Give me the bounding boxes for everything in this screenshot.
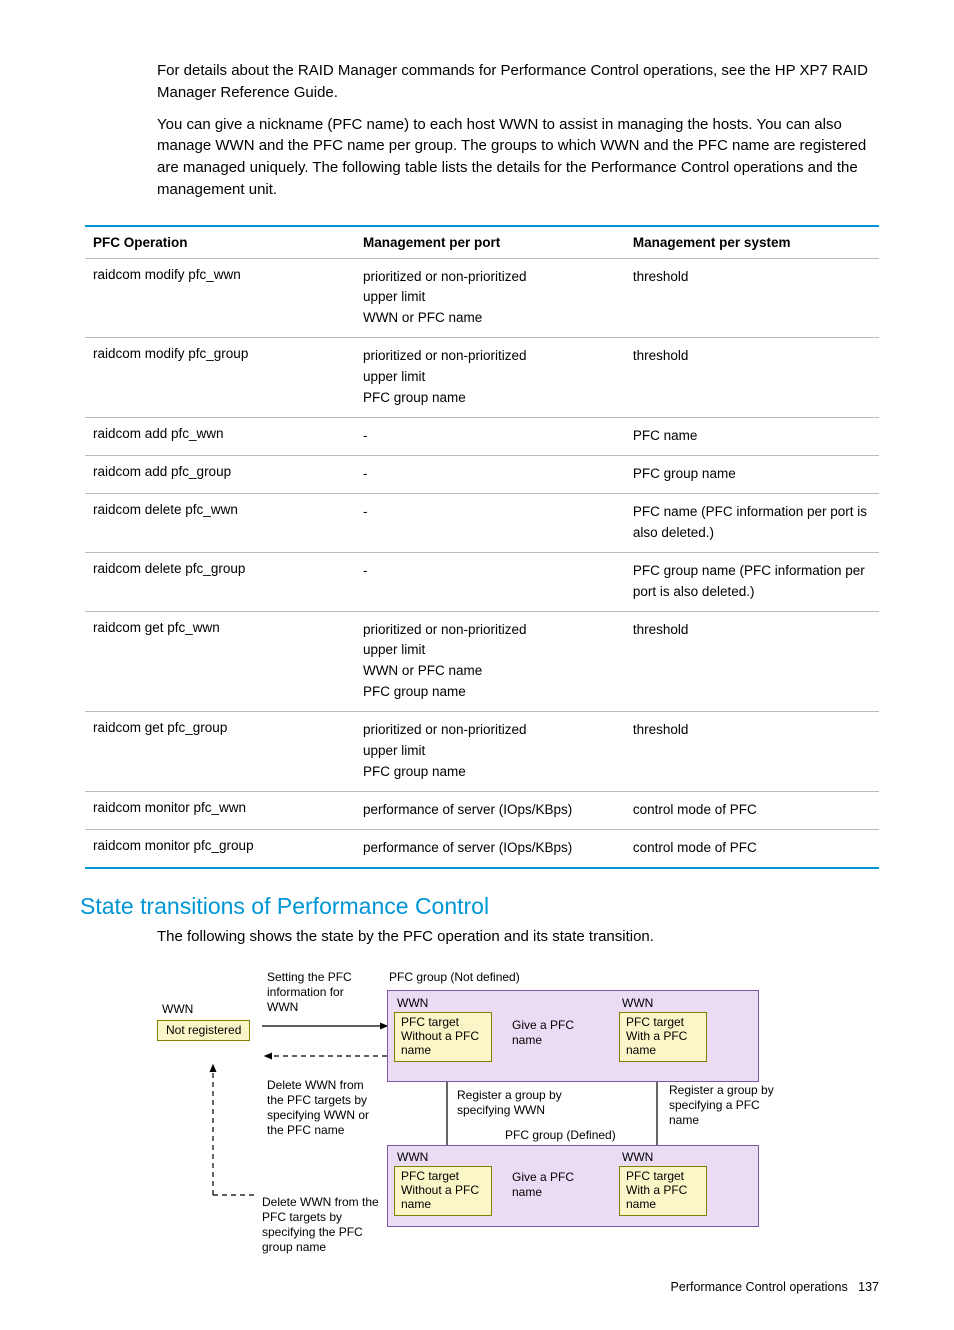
- table-cell-system: PFC group name (PFC information per port…: [625, 552, 879, 611]
- table-cell-port: performance of server (IOps/KBps): [355, 829, 625, 867]
- table-header: PFC Operation: [85, 226, 355, 259]
- table-cell-system: PFC group name: [625, 455, 879, 493]
- diagram-label: WWN: [397, 996, 428, 1011]
- page-footer: Performance Control operations 137: [671, 1280, 879, 1294]
- state-transition-diagram: Setting the PFC information for WWN PFC …: [157, 970, 787, 1290]
- table-cell-port: prioritized or non-prioritizedupper limi…: [355, 338, 625, 418]
- table-row: raidcom modify pfc_groupprioritized or n…: [85, 338, 879, 418]
- table-row: raidcom delete pfc_wwn-PFC name (PFC inf…: [85, 493, 879, 552]
- footer-label: Performance Control operations: [671, 1280, 848, 1294]
- diagram-label: PFC target: [401, 1015, 459, 1029]
- diagram-label: Give a PFC name: [512, 1170, 592, 1200]
- diagram-state-box: PFC target Without a PFC name: [394, 1166, 492, 1216]
- section-heading: State transitions of Performance Control: [80, 893, 879, 920]
- diagram-label: Delete WWN from the PFC targets by speci…: [262, 1195, 392, 1255]
- table-cell-port: prioritized or non-prioritizedupper limi…: [355, 258, 625, 338]
- table-cell-operation: raidcom add pfc_group: [85, 455, 355, 493]
- diagram-label: Register a group by specifying WWN: [457, 1088, 577, 1118]
- paragraph: For details about the RAID Manager comma…: [157, 60, 879, 104]
- table-cell-operation: raidcom get pfc_wwn: [85, 611, 355, 712]
- table-header-row: PFC Operation Management per port Manage…: [85, 226, 879, 259]
- table-cell-port: performance of server (IOps/KBps): [355, 792, 625, 830]
- paragraph: The following shows the state by the PFC…: [157, 926, 879, 948]
- diagram-label: With a PFC name: [626, 1029, 687, 1057]
- table-cell-operation: raidcom delete pfc_wwn: [85, 493, 355, 552]
- table-row: raidcom monitor pfc_groupperformance of …: [85, 829, 879, 867]
- table-cell-port: prioritized or non-prioritizedupper limi…: [355, 712, 625, 792]
- table-row: raidcom get pfc_wwnprioritized or non-pr…: [85, 611, 879, 712]
- paragraph: You can give a nickname (PFC name) to ea…: [157, 114, 879, 201]
- table-cell-system: threshold: [625, 338, 879, 418]
- table-cell-port: prioritized or non-prioritizedupper limi…: [355, 611, 625, 712]
- diagram-label: PFC group (Not defined): [389, 970, 520, 985]
- table-cell-operation: raidcom delete pfc_group: [85, 552, 355, 611]
- diagram-label: WWN: [397, 1150, 428, 1165]
- pfc-operations-table: PFC Operation Management per port Manage…: [85, 225, 879, 869]
- diagram-label: With a PFC name: [626, 1183, 687, 1211]
- table-cell-system: PFC name (PFC information per port is al…: [625, 493, 879, 552]
- table-row: raidcom delete pfc_group-PFC group name …: [85, 552, 879, 611]
- diagram-label: Register a group by specifying a PFC nam…: [669, 1083, 779, 1128]
- table-cell-system: control mode of PFC: [625, 792, 879, 830]
- table-cell-system: threshold: [625, 611, 879, 712]
- table-cell-operation: raidcom modify pfc_group: [85, 338, 355, 418]
- table-cell-system: threshold: [625, 712, 879, 792]
- diagram-label: PFC target: [401, 1169, 459, 1183]
- page-number: 137: [858, 1280, 879, 1294]
- diagram-state-box: PFC target With a PFC name: [619, 1166, 707, 1216]
- diagram-label: WWN: [622, 1150, 653, 1165]
- table-cell-system: control mode of PFC: [625, 829, 879, 867]
- diagram-label: WWN: [162, 1002, 193, 1017]
- document-page: For details about the RAID Manager comma…: [0, 0, 954, 1330]
- diagram-label: Not registered: [166, 1023, 241, 1037]
- diagram-label: PFC target: [626, 1015, 684, 1029]
- table-header: Management per port: [355, 226, 625, 259]
- diagram-label: Delete WWN from the PFC targets by speci…: [267, 1078, 382, 1138]
- diagram-label: WWN: [622, 996, 653, 1011]
- table-row: raidcom get pfc_groupprioritized or non-…: [85, 712, 879, 792]
- table-cell-operation: raidcom monitor pfc_wwn: [85, 792, 355, 830]
- diagram-label: PFC group (Defined): [505, 1128, 616, 1143]
- diagram-label: Without a PFC name: [401, 1183, 479, 1211]
- diagram-label: PFC target: [626, 1169, 684, 1183]
- table-cell-port: -: [355, 455, 625, 493]
- table-cell-system: threshold: [625, 258, 879, 338]
- table-cell-port: -: [355, 552, 625, 611]
- table-header: Management per system: [625, 226, 879, 259]
- diagram-state-box: Not registered: [157, 1020, 250, 1041]
- table-row: raidcom monitor pfc_wwnperformance of se…: [85, 792, 879, 830]
- diagram-state-box: PFC target With a PFC name: [619, 1012, 707, 1062]
- table-cell-operation: raidcom get pfc_group: [85, 712, 355, 792]
- table-cell-operation: raidcom monitor pfc_group: [85, 829, 355, 867]
- table-row: raidcom modify pfc_wwnprioritized or non…: [85, 258, 879, 338]
- table-cell-port: -: [355, 493, 625, 552]
- diagram-state-box: PFC target Without a PFC name: [394, 1012, 492, 1062]
- table-row: raidcom add pfc_group-PFC group name: [85, 455, 879, 493]
- table-cell-port: -: [355, 418, 625, 456]
- diagram-label: Setting the PFC information for WWN: [267, 970, 377, 1015]
- diagram-label: Without a PFC name: [401, 1029, 479, 1057]
- diagram-label: Give a PFC name: [512, 1018, 592, 1048]
- table-cell-operation: raidcom modify pfc_wwn: [85, 258, 355, 338]
- table-row: raidcom add pfc_wwn-PFC name: [85, 418, 879, 456]
- table-cell-operation: raidcom add pfc_wwn: [85, 418, 355, 456]
- table-cell-system: PFC name: [625, 418, 879, 456]
